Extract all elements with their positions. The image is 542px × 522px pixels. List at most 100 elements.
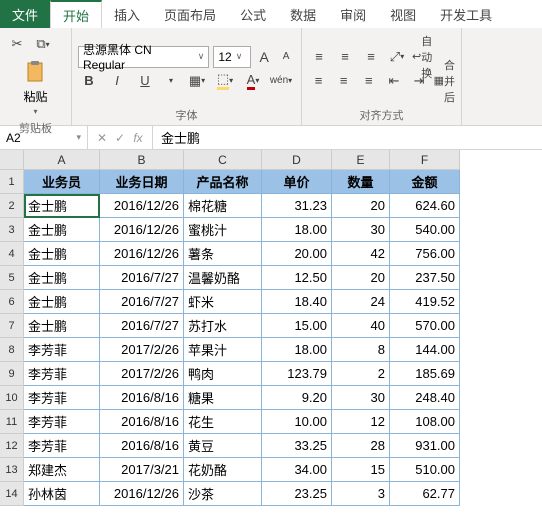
cell-D9[interactable]: 123.79 — [262, 362, 332, 386]
cell-A8[interactable]: 李芳菲 — [24, 338, 100, 362]
cell-C2[interactable]: 棉花糖 — [184, 194, 262, 218]
name-box[interactable]: A2▾ — [0, 126, 88, 149]
tab-formulas[interactable]: 公式 — [228, 0, 278, 28]
cell-B4[interactable]: 2016/12/26 — [100, 242, 184, 266]
cell-E6[interactable]: 24 — [332, 290, 390, 314]
align-center-icon[interactable]: ≡ — [333, 70, 354, 92]
col-head-E[interactable]: E — [332, 150, 390, 170]
font-size-combo[interactable]: 12∨ — [213, 46, 251, 68]
fx-icon[interactable]: fx — [130, 131, 146, 145]
cell-B7[interactable]: 2016/7/27 — [100, 314, 184, 338]
copy-icon[interactable]: ⧉▾ — [32, 33, 54, 55]
row-head-4[interactable]: 4 — [0, 242, 24, 266]
cell-A6[interactable]: 金士鹏 — [24, 290, 100, 314]
header-cell[interactable]: 单价 — [262, 170, 332, 194]
align-right-icon[interactable]: ≡ — [358, 70, 379, 92]
merge-button[interactable]: ▦合并后 — [434, 70, 455, 92]
col-head-F[interactable]: F — [390, 150, 460, 170]
shrink-font-icon[interactable]: A — [277, 48, 295, 66]
header-cell[interactable]: 业务员 — [24, 170, 100, 194]
tab-devtools[interactable]: 开发工具 — [428, 0, 504, 28]
cell-D14[interactable]: 23.25 — [262, 482, 332, 506]
cell-B10[interactable]: 2016/8/16 — [100, 386, 184, 410]
indent-inc-icon[interactable]: ⇥ — [409, 70, 430, 92]
cell-D6[interactable]: 18.40 — [262, 290, 332, 314]
orientation-icon[interactable]: ⤢▾ — [386, 46, 408, 68]
align-top-icon[interactable]: ≡ — [308, 46, 330, 68]
header-cell[interactable]: 产品名称 — [184, 170, 262, 194]
bold-button[interactable]: B — [78, 70, 100, 92]
cell-F3[interactable]: 540.00 — [390, 218, 460, 242]
cell-A11[interactable]: 李芳菲 — [24, 410, 100, 434]
cell-E2[interactable]: 20 — [332, 194, 390, 218]
cell-A13[interactable]: 郑建杰 — [24, 458, 100, 482]
cell-E10[interactable]: 30 — [332, 386, 390, 410]
row-head-10[interactable]: 10 — [0, 386, 24, 410]
cell-D8[interactable]: 18.00 — [262, 338, 332, 362]
row-head-8[interactable]: 8 — [0, 338, 24, 362]
cell-B12[interactable]: 2016/8/16 — [100, 434, 184, 458]
cell-E8[interactable]: 8 — [332, 338, 390, 362]
row-head-12[interactable]: 12 — [0, 434, 24, 458]
select-all-corner[interactable] — [0, 150, 24, 170]
align-middle-icon[interactable]: ≡ — [334, 46, 356, 68]
tab-layout[interactable]: 页面布局 — [152, 0, 228, 28]
cell-D3[interactable]: 18.00 — [262, 218, 332, 242]
cell-C7[interactable]: 苏打水 — [184, 314, 262, 338]
cell-A2[interactable]: 金士鹏 — [24, 194, 100, 218]
cell-B6[interactable]: 2016/7/27 — [100, 290, 184, 314]
cell-F5[interactable]: 237.50 — [390, 266, 460, 290]
row-head-3[interactable]: 3 — [0, 218, 24, 242]
header-cell[interactable]: 业务日期 — [100, 170, 184, 194]
paste-button[interactable]: 粘贴 ▾ — [6, 56, 65, 118]
row-head-11[interactable]: 11 — [0, 410, 24, 434]
col-head-A[interactable]: A — [24, 150, 100, 170]
cell-F13[interactable]: 510.00 — [390, 458, 460, 482]
header-cell[interactable]: 金额 — [390, 170, 460, 194]
row-head-9[interactable]: 9 — [0, 362, 24, 386]
cell-B11[interactable]: 2016/8/16 — [100, 410, 184, 434]
enter-icon[interactable]: ✓ — [112, 131, 128, 145]
phonetic-button[interactable]: wén▾ — [270, 70, 292, 92]
fill-color-button[interactable]: ⬚▾ — [214, 70, 236, 92]
cell-E7[interactable]: 40 — [332, 314, 390, 338]
cell-B5[interactable]: 2016/7/27 — [100, 266, 184, 290]
cell-A14[interactable]: 孙林茵 — [24, 482, 100, 506]
grow-font-icon[interactable]: A — [255, 48, 273, 66]
tab-data[interactable]: 数据 — [278, 0, 328, 28]
italic-button[interactable]: I — [106, 70, 128, 92]
cell-A10[interactable]: 李芳菲 — [24, 386, 100, 410]
cell-D10[interactable]: 9.20 — [262, 386, 332, 410]
row-head-5[interactable]: 5 — [0, 266, 24, 290]
cell-C9[interactable]: 鸭肉 — [184, 362, 262, 386]
chevron-down-icon[interactable]: ▾ — [162, 72, 180, 90]
cell-E3[interactable]: 30 — [332, 218, 390, 242]
cell-F11[interactable]: 108.00 — [390, 410, 460, 434]
cell-A7[interactable]: 金士鹏 — [24, 314, 100, 338]
cut-icon[interactable]: ✂ — [6, 33, 28, 55]
cell-F12[interactable]: 931.00 — [390, 434, 460, 458]
formula-content[interactable]: 金士鹏 — [153, 128, 208, 147]
cell-A5[interactable]: 金士鹏 — [24, 266, 100, 290]
cell-E12[interactable]: 28 — [332, 434, 390, 458]
cell-A3[interactable]: 金士鹏 — [24, 218, 100, 242]
cell-E14[interactable]: 3 — [332, 482, 390, 506]
cell-E13[interactable]: 15 — [332, 458, 390, 482]
cell-E11[interactable]: 12 — [332, 410, 390, 434]
cell-C11[interactable]: 花生 — [184, 410, 262, 434]
cell-B2[interactable]: 2016/12/26 — [100, 194, 184, 218]
cell-C4[interactable]: 薯条 — [184, 242, 262, 266]
cell-D4[interactable]: 20.00 — [262, 242, 332, 266]
cell-F10[interactable]: 248.40 — [390, 386, 460, 410]
cell-B8[interactable]: 2017/2/26 — [100, 338, 184, 362]
cell-C8[interactable]: 苹果汁 — [184, 338, 262, 362]
cell-B9[interactable]: 2017/2/26 — [100, 362, 184, 386]
cell-E5[interactable]: 20 — [332, 266, 390, 290]
tab-review[interactable]: 审阅 — [328, 0, 378, 28]
border-button[interactable]: ▦▾ — [186, 70, 208, 92]
cell-F7[interactable]: 570.00 — [390, 314, 460, 338]
row-head-6[interactable]: 6 — [0, 290, 24, 314]
cell-F8[interactable]: 144.00 — [390, 338, 460, 362]
cell-D2[interactable]: 31.23 — [262, 194, 332, 218]
row-head-1[interactable]: 1 — [0, 170, 24, 194]
